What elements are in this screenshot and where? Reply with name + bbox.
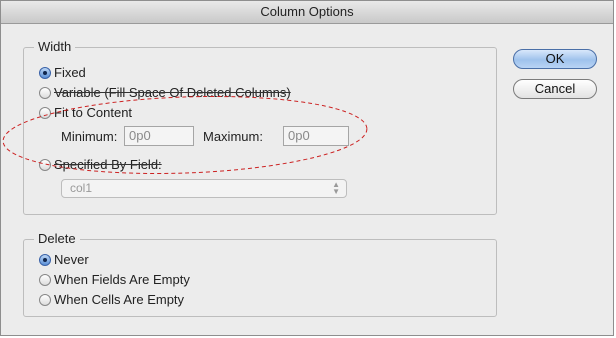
- delete-group-title: Delete: [34, 231, 80, 247]
- radio-when-fields-empty[interactable]: When Fields Are Empty: [39, 272, 190, 288]
- radio-specified-by-field-button[interactable]: [39, 159, 51, 171]
- maximum-field[interactable]: 0p0: [283, 126, 349, 146]
- maximum-label: Maximum:: [203, 129, 263, 144]
- radio-fixed-button[interactable]: [39, 67, 51, 79]
- minimum-label: Minimum:: [61, 129, 118, 144]
- cancel-button[interactable]: Cancel: [513, 79, 597, 99]
- radio-when-fields-empty-button[interactable]: [39, 274, 51, 286]
- radio-when-cells-empty-label: When Cells Are Empty: [54, 292, 185, 307]
- radio-never[interactable]: Never: [39, 252, 89, 268]
- radio-specified-by-field-label: Specified By Field:: [54, 157, 162, 172]
- radio-specified-by-field[interactable]: Specified By Field:: [39, 157, 162, 173]
- radio-when-cells-empty[interactable]: When Cells Are Empty: [39, 292, 184, 308]
- radio-variable-button[interactable]: [39, 87, 51, 99]
- radio-variable[interactable]: Variable (Fill Space Of Deleted Columns): [39, 85, 291, 101]
- ok-button[interactable]: OK: [513, 49, 597, 69]
- radio-never-label: Never: [54, 252, 89, 267]
- radio-fixed[interactable]: Fixed: [39, 65, 86, 81]
- radio-fixed-label: Fixed: [54, 65, 86, 80]
- select-stepper-icon: ▲ ▼: [332, 180, 340, 196]
- field-select-value: col1: [70, 181, 93, 195]
- dialog-title: Column Options: [1, 1, 613, 24]
- radio-fit-to-content-label: Fit to Content: [54, 105, 133, 120]
- radio-when-cells-empty-button[interactable]: [39, 294, 51, 306]
- radio-never-button[interactable]: [39, 254, 51, 266]
- column-options-dialog: Column Options Width Fixed Variable (Fil…: [0, 0, 614, 336]
- radio-fit-to-content[interactable]: Fit to Content: [39, 105, 132, 121]
- minimum-field[interactable]: 0p0: [124, 126, 194, 146]
- radio-variable-label: Variable (Fill Space Of Deleted Columns): [54, 85, 291, 100]
- width-group-title: Width: [34, 39, 76, 55]
- radio-when-fields-empty-label: When Fields Are Empty: [54, 272, 190, 287]
- field-select[interactable]: col1 ▲ ▼: [61, 179, 347, 198]
- radio-fit-to-content-button[interactable]: [39, 107, 51, 119]
